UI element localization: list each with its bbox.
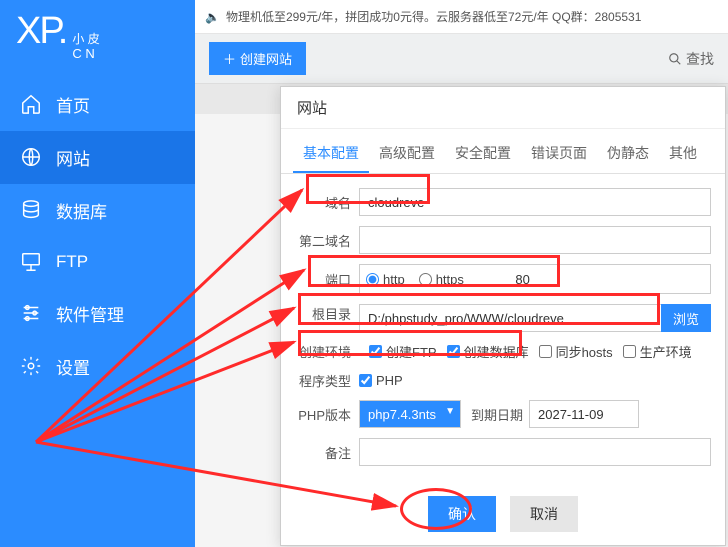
sidebar-item-ftp[interactable]: FTP [0, 237, 195, 287]
sidebar-item-label: 网站 [56, 145, 90, 170]
row-domain: 域名 [295, 188, 711, 216]
search-label: 查找 [686, 49, 714, 69]
sidebar-item-database[interactable]: 数据库 [0, 184, 195, 237]
check-db[interactable]: 创建数据库 [447, 342, 529, 361]
tab-pseudo[interactable]: 伪静态 [597, 135, 659, 173]
dialog-form: 域名 第二域名 端口 http https 根目录 浏览 创建环境 创建FTP … [281, 174, 725, 484]
database-icon [20, 199, 42, 221]
logo-main: XP. [16, 10, 66, 53]
label-phpver: PHP版本 [295, 405, 359, 424]
toolbar: ＋ 创建网站 查找 [195, 34, 728, 84]
phpver-select[interactable]: php7.4.3nts [359, 400, 461, 428]
tab-errorpage[interactable]: 错误页面 [521, 135, 597, 173]
row-second-domain: 第二域名 [295, 226, 711, 254]
row-env: 创建环境 创建FTP 创建数据库 同步hosts 生产环境 [295, 342, 711, 361]
label-remark: 备注 [295, 443, 359, 462]
sidebar-item-settings[interactable]: 设置 [0, 340, 195, 393]
website-dialog: 网站 基本配置 高级配置 安全配置 错误页面 伪静态 其他 域名 第二域名 端口… [280, 86, 726, 546]
label-rootdir: 根目录 [295, 304, 359, 332]
row-program-type: 程序类型 PHP [295, 371, 711, 390]
topbar: 🔈 物理机低至299元/年，拼团成功0元得。云服务器低至72元/年 QQ群：28… [195, 0, 728, 34]
tab-security[interactable]: 安全配置 [445, 135, 521, 173]
check-php[interactable]: PHP [359, 373, 403, 388]
cancel-button[interactable]: 取消 [510, 496, 578, 532]
phpver-select-wrap: php7.4.3nts [359, 400, 461, 428]
sidebar-item-website[interactable]: 网站 [0, 131, 195, 184]
globe-icon [20, 146, 42, 168]
rootdir-input[interactable] [359, 304, 661, 332]
sidebar-item-label: 软件管理 [56, 301, 124, 326]
dialog-footer: 确认 取消 [281, 484, 725, 538]
port-input[interactable] [478, 265, 538, 293]
sidebar-item-home[interactable]: 首页 [0, 78, 195, 131]
create-website-button[interactable]: ＋ 创建网站 [209, 42, 306, 75]
domain-input[interactable] [359, 188, 711, 216]
radio-http[interactable]: http [366, 272, 405, 287]
tab-basic[interactable]: 基本配置 [293, 135, 369, 173]
search-button[interactable]: 查找 [668, 49, 714, 69]
create-website-label: 创建网站 [240, 49, 292, 68]
second-domain-input[interactable] [359, 226, 711, 254]
gear-icon [20, 355, 42, 377]
sidebar: XP. 小 皮 C N 首页 网站 数据库 FTP 软件管理 设置 [0, 0, 195, 547]
dialog-title: 网站 [281, 87, 725, 129]
check-ftp[interactable]: 创建FTP [369, 342, 437, 361]
dialog-tabs: 基本配置 高级配置 安全配置 错误页面 伪静态 其他 [281, 129, 725, 174]
ok-button[interactable]: 确认 [428, 496, 496, 532]
remark-input[interactable] [359, 438, 711, 466]
label-port: 端口 [295, 270, 359, 289]
search-icon [668, 52, 682, 66]
row-remark: 备注 [295, 438, 711, 466]
label-program-type: 程序类型 [295, 371, 359, 390]
ftp-icon [20, 251, 42, 273]
row-port: 端口 http https [295, 264, 711, 294]
logo: XP. 小 皮 C N [0, 0, 195, 78]
promo-text: 物理机低至299元/年，拼团成功0元得。云服务器低至72元/年 QQ群：2805… [226, 8, 641, 25]
check-hosts[interactable]: 同步hosts [539, 342, 613, 361]
settings-icon [20, 302, 42, 324]
sidebar-item-label: 设置 [56, 354, 90, 379]
port-box: http https [359, 264, 711, 294]
tab-other[interactable]: 其他 [659, 135, 707, 173]
home-icon [20, 93, 42, 115]
row-rootdir: 根目录 浏览 [295, 304, 711, 332]
browse-button[interactable]: 浏览 [661, 304, 711, 332]
row-phpver: PHP版本 php7.4.3nts 到期日期 [295, 400, 711, 428]
sidebar-item-software[interactable]: 软件管理 [0, 287, 195, 340]
label-env: 创建环境 [295, 342, 359, 361]
label-expires: 到期日期 [471, 405, 523, 424]
logo-sub: 小 皮 C N [72, 32, 99, 62]
tab-advanced[interactable]: 高级配置 [369, 135, 445, 173]
sidebar-item-label: 首页 [56, 92, 90, 117]
label-domain: 域名 [295, 193, 359, 212]
speaker-icon: 🔈 [205, 10, 220, 24]
check-prod[interactable]: 生产环境 [623, 342, 692, 361]
sidebar-item-label: 数据库 [56, 198, 107, 223]
label-second-domain: 第二域名 [295, 231, 359, 250]
radio-https[interactable]: https [419, 272, 464, 287]
expires-input[interactable] [529, 400, 639, 428]
sidebar-item-label: FTP [56, 252, 88, 272]
plus-icon: ＋ [223, 49, 236, 68]
